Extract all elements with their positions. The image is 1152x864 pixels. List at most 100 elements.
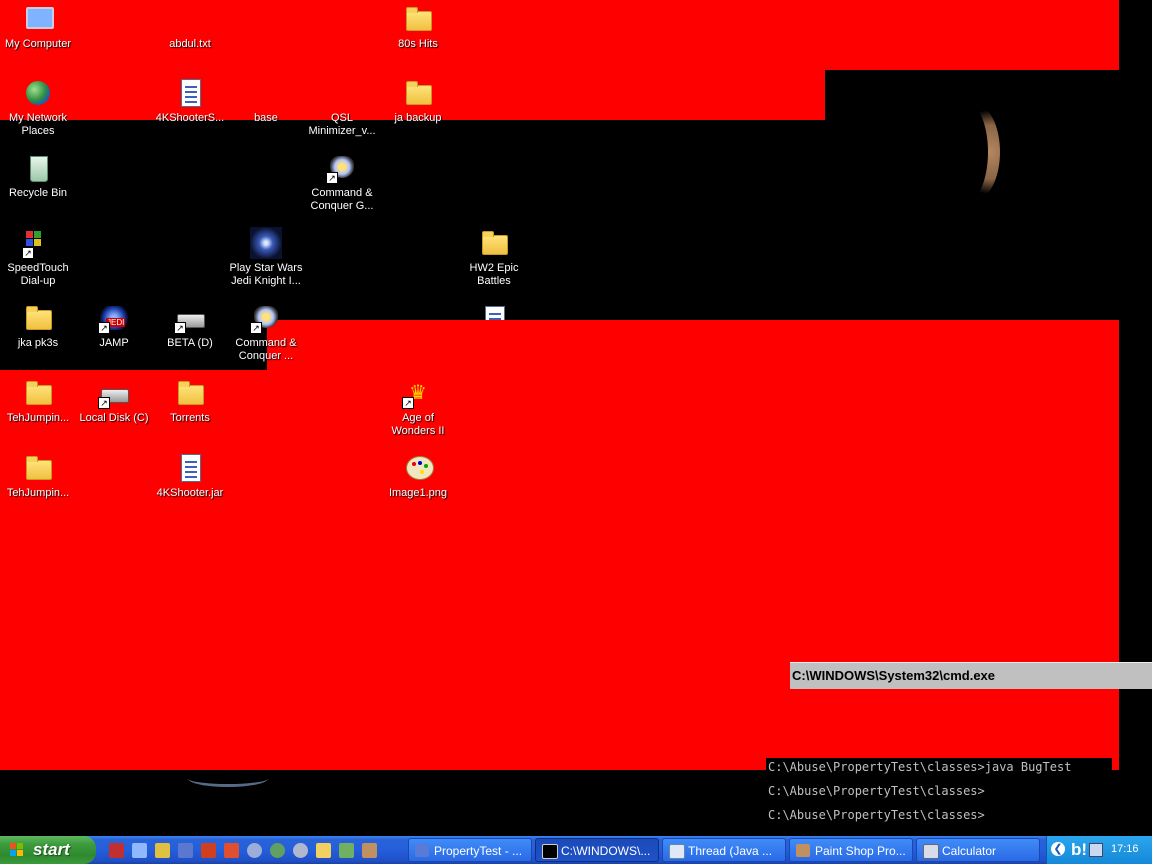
task-button-cmd[interactable]: C:\WINDOWS\... [535, 838, 659, 862]
desktop-icon-abdul-txt[interactable]: abdul.txt [152, 3, 228, 51]
jar-file-icon [181, 454, 201, 482]
quick-launch-link-icon[interactable] [247, 843, 262, 858]
desktop-icon-qsl-minimizer[interactable]: QSL Minimizer_v... [304, 77, 380, 138]
desktop-icon-torrents[interactable]: Torrents [152, 377, 228, 425]
icon-label: QSL Minimizer_v... [308, 112, 376, 137]
console-icon [542, 844, 558, 859]
quick-launch-acrobat-icon[interactable] [224, 843, 239, 858]
task-button-label: Calculator [942, 844, 997, 858]
folder-icon [178, 381, 204, 405]
desktop-icon-age-of-wonders[interactable]: ♛ ↗ Age of Wonders II [380, 377, 456, 438]
desktop-icon-jamp[interactable]: ↗ JAMP [76, 302, 152, 350]
windows-flag-icon [10, 843, 24, 857]
shortcut-arrow-icon: ↗ [174, 322, 186, 334]
icon-label: 4KShooter.jar [156, 487, 224, 499]
paint-palette-icon [406, 456, 434, 480]
shortcut-arrow-icon: ↗ [326, 172, 338, 184]
quick-launch-paintshop-icon[interactable] [362, 843, 377, 858]
desktop-icon-beta-d[interactable]: ↗ BETA (D) [152, 302, 228, 350]
task-button-label: C:\WINDOWS\... [561, 844, 651, 858]
quick-launch-monitor-icon[interactable] [316, 843, 331, 858]
cmd-output-line: C:\Abuse\PropertyTest\classes>java BugTe… [768, 760, 1072, 774]
icon-label: Recycle Bin [8, 187, 68, 199]
icon-label: 4KShooterS... [155, 112, 225, 124]
desktop-icon-command-conquer-g[interactable]: ↗ Command & Conquer G... [304, 152, 380, 213]
desktop-icon-80s-hits[interactable]: 80s Hits [380, 3, 456, 51]
desktop-icon-tehjumpin-1[interactable]: TehJumpin... [0, 377, 76, 425]
icon-label: TehJumpin... [6, 487, 70, 499]
icon-label: HW2 Epic Battles [469, 262, 519, 287]
network-tray-icon[interactable] [1089, 843, 1103, 857]
document-icon [485, 306, 505, 320]
desktop-icon-recycle-bin[interactable]: Recycle Bin [0, 152, 76, 200]
star-wars-icon [250, 227, 282, 259]
cmd-window-title: C:\WINDOWS\System32\cmd.exe [792, 668, 996, 683]
icon-label: My Network Places [8, 112, 68, 137]
shortcut-arrow-icon: ↗ [22, 247, 34, 259]
icon-label: Command & Conquer ... [235, 337, 297, 362]
desktop[interactable]: My Computer My Network Places Recycle Bi… [0, 0, 1152, 836]
icon-label: My Computer [4, 38, 72, 50]
desktop-icon-4kshooter-s[interactable]: 4KShooterS... [152, 77, 228, 125]
task-button-paint-shop-pro[interactable]: Paint Shop Pro... [789, 838, 913, 862]
desktop-icon-jka-pk3s[interactable]: jka pk3s [0, 302, 76, 350]
cmd-prompt-line[interactable]: C:\Abuse\PropertyTest\classes> [768, 808, 985, 822]
quick-launch-dragon-icon[interactable] [109, 843, 124, 858]
desktop-icon-tehjumpin-2[interactable]: TehJumpin... [0, 452, 76, 500]
start-label: start [33, 840, 70, 859]
quick-launch-app-icon[interactable] [178, 843, 193, 858]
browser-window-icon [669, 844, 685, 859]
clock[interactable]: 17:16 [1111, 843, 1139, 855]
system-tray: ❮ b! 17:16 [1046, 836, 1152, 864]
desktop-icon-base[interactable]: base [228, 77, 304, 125]
icon-label: SpeedTouch Dial-up [7, 262, 69, 287]
desktop-icon-partial[interactable] [456, 302, 532, 320]
paintshop-icon [796, 844, 810, 857]
desktop-icon-star-wars[interactable]: Play Star Wars Jedi Knight I... [228, 227, 304, 288]
cmd-window-titlebar[interactable]: C:\WINDOWS\System32\cmd.exe [790, 662, 1152, 689]
icon-label: Image1.png [388, 487, 448, 499]
shortcut-arrow-icon: ↗ [98, 397, 110, 409]
task-button-propertytest[interactable]: PropertyTest - ... [408, 838, 532, 862]
icon-label: Play Star Wars Jedi Knight I... [229, 262, 303, 287]
icon-label: Command & Conquer G... [310, 187, 374, 212]
desktop-icon-my-computer[interactable]: My Computer [0, 3, 76, 51]
icon-label: JAMP [99, 337, 129, 349]
network-globe-icon [26, 81, 50, 105]
quick-launch-gear-icon[interactable] [293, 843, 308, 858]
desktop-icon-local-disk[interactable]: ↗ Local Disk (C) [76, 377, 152, 425]
start-button[interactable]: start [0, 836, 96, 864]
folder-icon [26, 306, 52, 330]
icon-label: jka pk3s [17, 337, 59, 349]
desktop-icon-ja-backup[interactable]: ja backup [380, 77, 456, 125]
quick-launch-office-icon[interactable] [201, 843, 216, 858]
shortcut-arrow-icon: ↗ [402, 397, 414, 409]
quick-launch-pencil-icon[interactable] [155, 843, 170, 858]
icon-label: ja backup [394, 112, 442, 124]
task-button-label: Thread (Java ... [688, 844, 773, 858]
quick-launch-network-icon[interactable] [270, 843, 285, 858]
glitch-block [267, 320, 1119, 370]
calculator-icon [923, 844, 939, 859]
task-button-calculator[interactable]: Calculator [916, 838, 1040, 862]
task-button-thread-java[interactable]: Thread (Java ... [662, 838, 786, 862]
glitch-block [766, 688, 1119, 758]
desktop-icon-command-conquer-2[interactable]: ↗ Command & Conquer ... [228, 302, 304, 363]
folder-icon [406, 81, 432, 105]
glitch-block [0, 662, 766, 770]
desktop-icon-4kshooter-jar[interactable]: 4KShooter.jar [152, 452, 228, 500]
desktop-icon-hw2-epic-battles[interactable]: HW2 Epic Battles [456, 227, 532, 288]
planet-arc-wallpaper [188, 770, 268, 787]
desktop-icon-speedtouch[interactable]: ↗ SpeedTouch Dial-up [0, 227, 76, 288]
quick-launch-desktop-icon[interactable] [132, 843, 147, 858]
show-hidden-icons-chevron-icon[interactable]: ❮ [1051, 842, 1065, 856]
quick-launch-tool-icon[interactable] [339, 843, 354, 858]
desktop-icon-image1-png[interactable]: Image1.png [380, 452, 456, 500]
yahoo-messenger-icon[interactable]: b! [1071, 840, 1087, 860]
desktop-icon-my-network-places[interactable]: My Network Places [0, 77, 76, 138]
glitch-block [1112, 758, 1119, 770]
icon-label: TehJumpin... [6, 412, 70, 424]
icon-label: BETA (D) [167, 337, 213, 349]
shortcut-arrow-icon: ↗ [250, 322, 262, 334]
app-window-icon [415, 844, 429, 857]
